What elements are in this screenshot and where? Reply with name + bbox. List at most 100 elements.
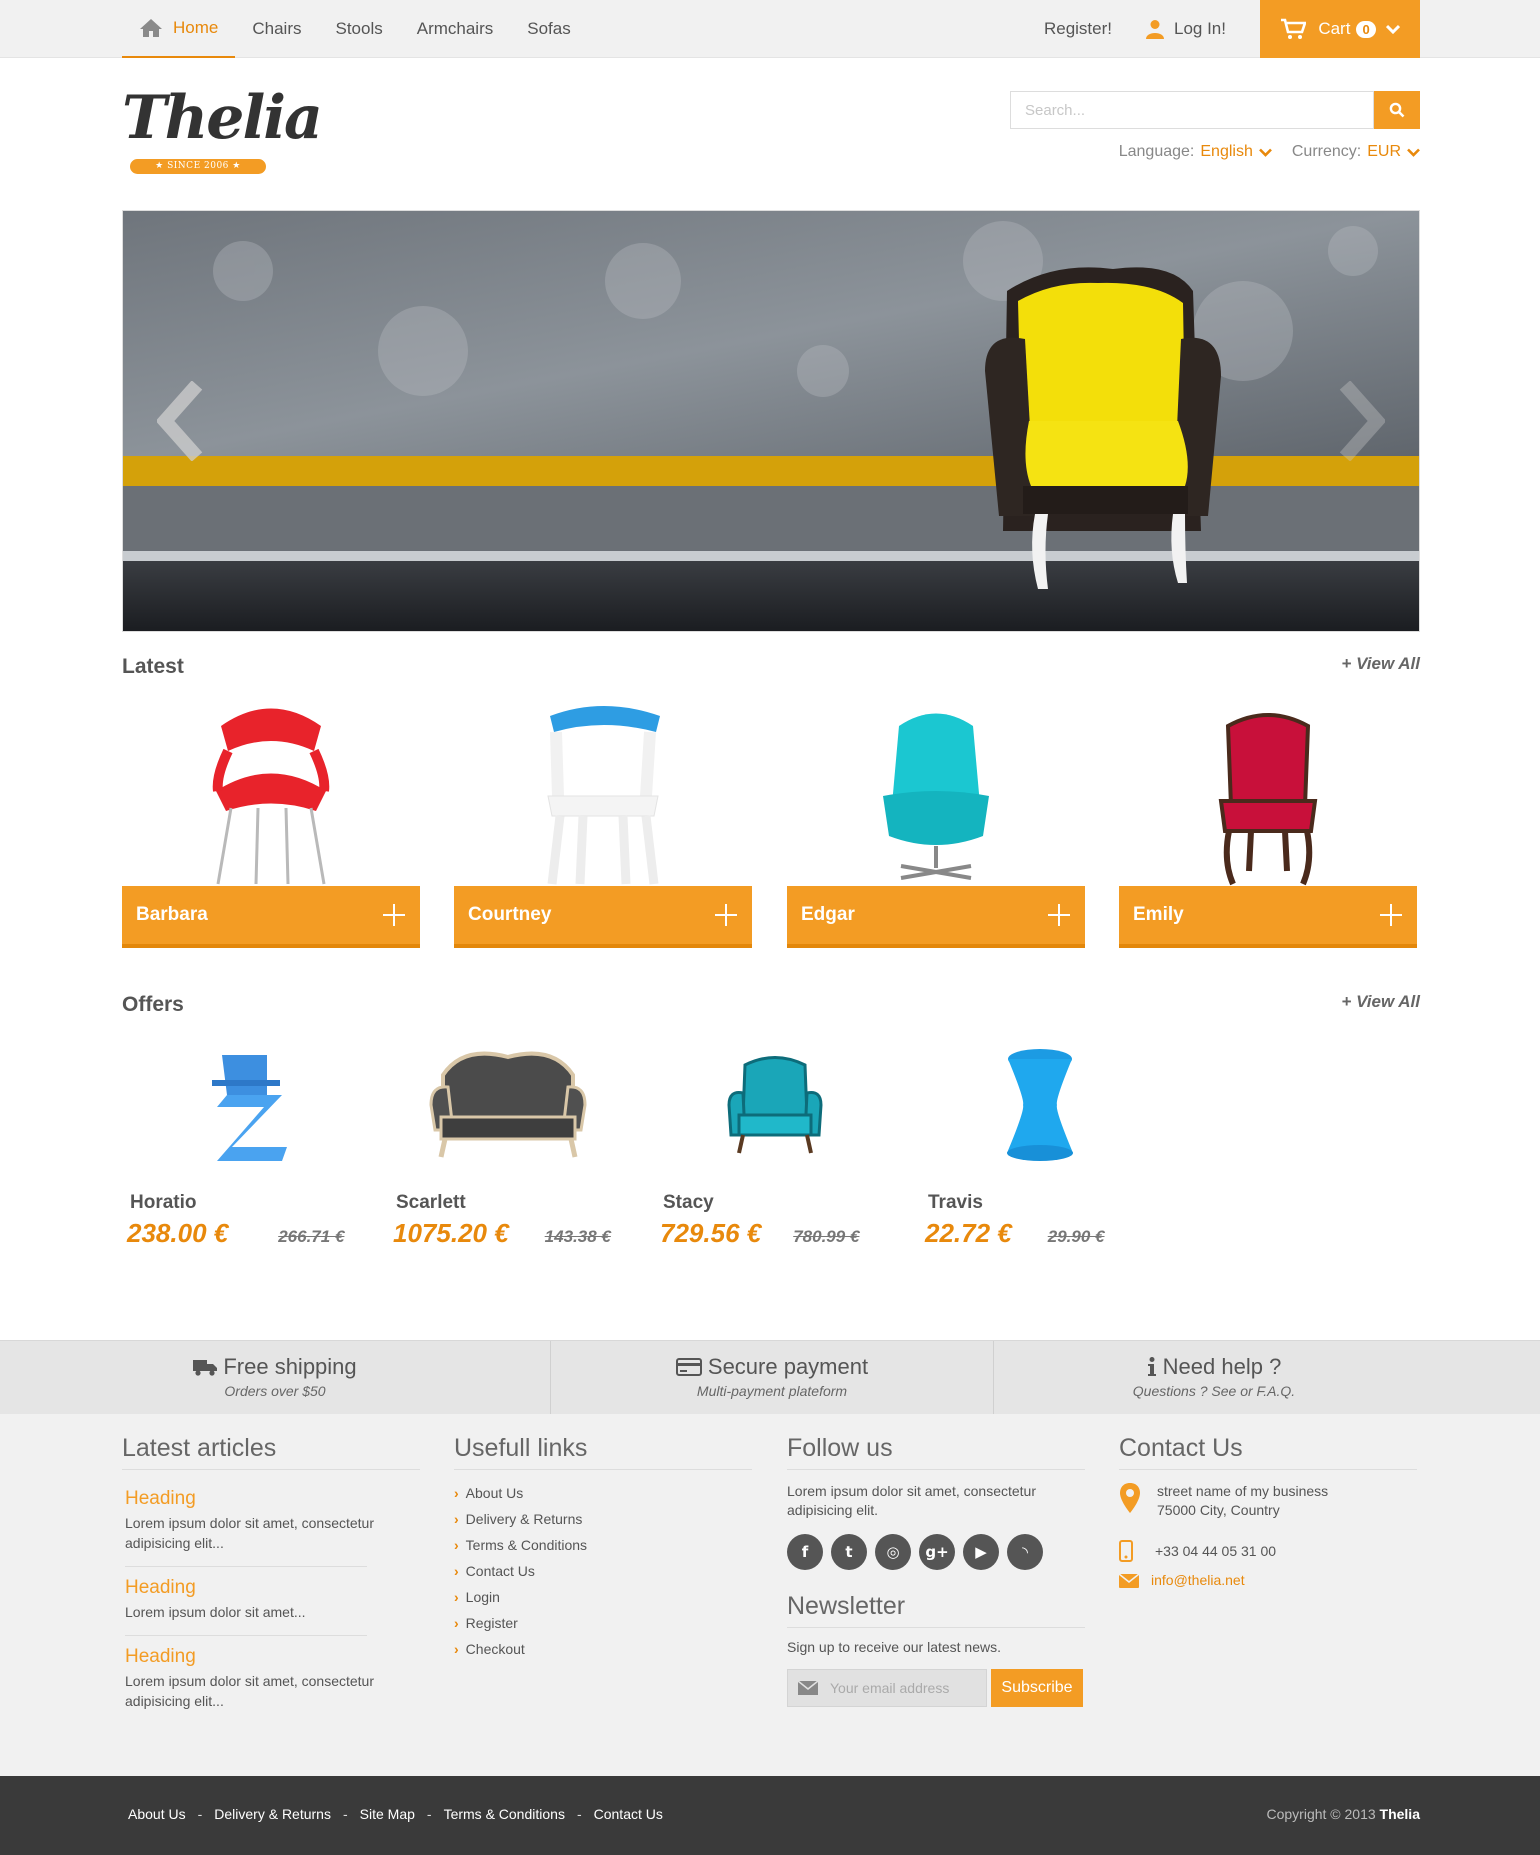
- offer-name: Travis: [928, 1192, 983, 1213]
- google-plus-icon[interactable]: g+: [919, 1534, 955, 1570]
- latest-view-all-link[interactable]: + View All: [1341, 654, 1420, 674]
- thelia-logo[interactable]: Thelia ★ SINCE 2006 ★: [122, 86, 323, 178]
- article-item[interactable]: Heading Lorem ipsum dolor sit amet, cons…: [125, 1646, 420, 1711]
- need-help-title: Need help ?: [1162, 1354, 1282, 1379]
- phone-icon: [1119, 1540, 1133, 1562]
- contact-email: info@thelia.net: [1119, 1571, 1417, 1590]
- copyright-brand[interactable]: Thelia: [1380, 1806, 1420, 1822]
- footer-link-label: Register: [465, 1615, 518, 1631]
- footer-link-label: Contact Us: [465, 1563, 535, 1579]
- cart-button[interactable]: Cart 0: [1260, 0, 1420, 58]
- free-shipping-block: Free shipping Orders over $50: [0, 1341, 550, 1415]
- bottom-link-sitemap[interactable]: Site Map: [360, 1806, 415, 1822]
- product-card[interactable]: Edgar: [787, 690, 1085, 948]
- footer-link-label: Delivery & Returns: [465, 1511, 583, 1527]
- nav-home-label: Home: [173, 18, 219, 37]
- latest-title: Latest: [122, 655, 184, 678]
- hero-carousel[interactable]: [122, 210, 1420, 632]
- home-icon: [140, 19, 162, 37]
- useful-links-title: Usefull links: [454, 1434, 752, 1470]
- offer-card[interactable]: Scarlett 1075.20 € 143.38 €: [388, 1030, 628, 1249]
- currency-selector[interactable]: Currency: EUR: [1292, 143, 1420, 161]
- offers-view-all-link[interactable]: + View All: [1341, 992, 1420, 1012]
- footer-link[interactable]: › Terms & Conditions: [454, 1532, 752, 1558]
- language-selector[interactable]: Language: English: [1119, 143, 1272, 161]
- bottom-link-about[interactable]: About Us: [128, 1806, 186, 1822]
- divider: [125, 1566, 367, 1567]
- offer-image: [940, 1030, 1140, 1180]
- useful-links-column: Usefull links › About Us › Delivery & Retu…: [454, 1434, 752, 1662]
- facebook-icon[interactable]: f: [787, 1534, 823, 1570]
- product-title-bar[interactable]: Courtney: [454, 886, 752, 948]
- register-link[interactable]: Register!: [1044, 19, 1112, 39]
- newsletter-text: Sign up to receive our latest news.: [787, 1639, 1002, 1655]
- follow-us-column: Follow us Lorem ipsum dolor sit amet, co…: [787, 1434, 1085, 1707]
- article-heading[interactable]: Heading: [125, 1646, 420, 1668]
- footer-link[interactable]: › Register: [454, 1610, 752, 1636]
- product-card[interactable]: Courtney: [454, 690, 752, 948]
- login-label: Log In!: [1174, 19, 1226, 38]
- plus-icon[interactable]: [1379, 903, 1403, 927]
- footer-link[interactable]: › Delivery & Returns: [454, 1506, 752, 1532]
- nav-stools[interactable]: Stools: [318, 0, 399, 58]
- contact-phone: +33 04 44 05 31 00: [1119, 1540, 1417, 1562]
- nav-sofas[interactable]: Sofas: [510, 0, 587, 58]
- plus-icon[interactable]: [1047, 903, 1071, 927]
- latest-articles-title: Latest articles: [122, 1434, 420, 1470]
- article-item[interactable]: Heading Lorem ipsum dolor sit amet...: [125, 1577, 420, 1622]
- product-card[interactable]: Emily: [1119, 690, 1417, 948]
- product-title-bar[interactable]: Barbara: [122, 886, 420, 948]
- contact-title: Contact Us: [1119, 1434, 1417, 1470]
- bottom-link-delivery[interactable]: Delivery & Returns: [214, 1806, 331, 1822]
- subscribe-button[interactable]: Subscribe: [991, 1669, 1083, 1707]
- article-heading[interactable]: Heading: [125, 1488, 420, 1510]
- carousel-prev-icon[interactable]: [157, 381, 207, 461]
- offer-price: 22.72 €: [925, 1218, 1012, 1248]
- main-menu: Home Chairs Stools Armchairs Sofas: [122, 0, 588, 58]
- nav-armchairs[interactable]: Armchairs: [400, 0, 511, 58]
- rss-icon[interactable]: ◝: [1007, 1534, 1043, 1570]
- offer-card[interactable]: Travis 22.72 € 29.90 €: [920, 1030, 1160, 1249]
- article-item[interactable]: Heading Lorem ipsum dolor sit amet, cons…: [125, 1488, 420, 1553]
- product-name: Emily: [1133, 904, 1184, 925]
- footer-link[interactable]: › Login: [454, 1584, 752, 1610]
- address-line-2: 75000 City, Country: [1157, 1502, 1280, 1518]
- chevron-right-icon: ›: [454, 1615, 459, 1631]
- phone-number: +33 04 44 05 31 00: [1155, 1542, 1277, 1559]
- product-image: [787, 690, 1085, 886]
- email-link[interactable]: info@thelia.net: [1151, 1571, 1245, 1590]
- offer-card[interactable]: Stacy 729.56 € 780.99 €: [655, 1030, 895, 1249]
- footer-link[interactable]: › About Us: [454, 1480, 752, 1506]
- bottom-link-contact[interactable]: Contact Us: [594, 1806, 663, 1822]
- product-image: [1119, 690, 1417, 886]
- youtube-icon[interactable]: ▶: [963, 1534, 999, 1570]
- chevron-right-icon: ›: [454, 1511, 459, 1527]
- bottom-link-terms[interactable]: Terms & Conditions: [444, 1806, 565, 1822]
- chevron-right-icon: ›: [454, 1485, 459, 1501]
- reassurance-strip: Free shipping Orders over $50 Secure pay…: [0, 1340, 1540, 1415]
- article-heading[interactable]: Heading: [125, 1577, 420, 1599]
- product-title-bar[interactable]: Emily: [1119, 886, 1417, 948]
- info-icon: [1147, 1357, 1156, 1376]
- nav-chairs[interactable]: Chairs: [235, 0, 318, 58]
- footer-link[interactable]: › Contact Us: [454, 1558, 752, 1584]
- twitter-icon[interactable]: t: [831, 1534, 867, 1570]
- offer-image: [408, 1030, 608, 1180]
- product-card[interactable]: Barbara: [122, 690, 420, 948]
- plus-icon[interactable]: [382, 903, 406, 927]
- secure-payment-subtitle: Multi-payment plateform: [696, 1383, 848, 1399]
- cart-icon: [1281, 18, 1307, 39]
- footer-link[interactable]: › Checkout: [454, 1636, 752, 1662]
- product-title-bar[interactable]: Edgar: [787, 886, 1085, 948]
- instagram-icon[interactable]: ◎: [875, 1534, 911, 1570]
- plus-icon[interactable]: [714, 903, 738, 927]
- search-input[interactable]: [1010, 91, 1374, 129]
- newsletter-email-input[interactable]: Your email address: [787, 1669, 987, 1707]
- login-link[interactable]: Log In!: [1146, 19, 1226, 39]
- carousel-next-icon[interactable]: [1335, 381, 1385, 461]
- nav-home[interactable]: Home: [122, 0, 236, 58]
- chevron-down-icon: [1407, 148, 1420, 157]
- offer-card[interactable]: Horatio 238.00 € 266.71 €: [122, 1030, 362, 1249]
- offer-old-price: 266.71 €: [278, 1227, 345, 1246]
- search-button[interactable]: [1374, 91, 1420, 129]
